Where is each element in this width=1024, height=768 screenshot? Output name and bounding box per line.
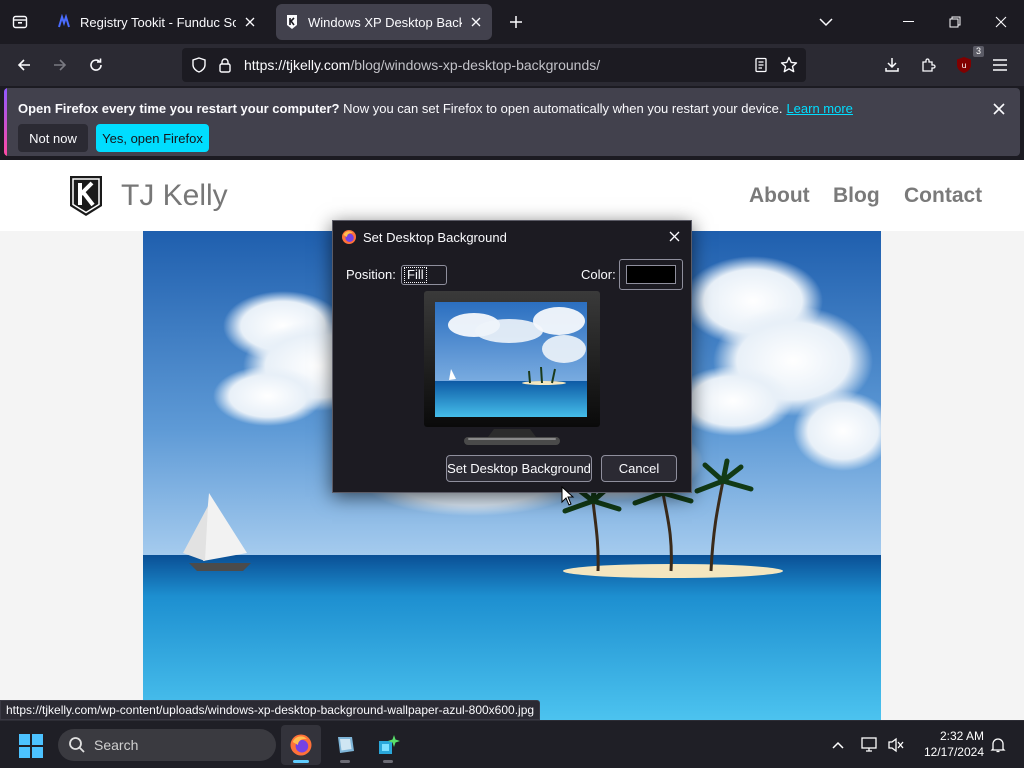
default-browser-notification: Open Firefox every time you restart your… bbox=[4, 88, 1020, 156]
lock-icon[interactable] bbox=[216, 56, 234, 74]
close-tab-icon[interactable] bbox=[468, 14, 484, 30]
bookmark-star-icon[interactable] bbox=[780, 56, 798, 74]
forward-arrow-icon[interactable] bbox=[44, 49, 76, 81]
taskbar-app-3[interactable] bbox=[368, 725, 408, 765]
ublock-origin-extension-icon[interactable]: u 3 bbox=[948, 46, 984, 81]
taskbar-app-2[interactable] bbox=[325, 725, 365, 765]
extension-badge-count: 3 bbox=[972, 46, 984, 57]
windows-taskbar: Search 2:32 AM 12/17/2024 bbox=[0, 720, 1024, 768]
tracking-protection-shield-icon[interactable] bbox=[190, 56, 208, 74]
site-name[interactable]: TJ Kelly bbox=[121, 179, 228, 213]
navigation-toolbar: https://tjkelly.com/blog/windows-xp-desk… bbox=[0, 44, 1024, 86]
nav-about-link[interactable]: About bbox=[749, 184, 810, 208]
taskbar-firefox[interactable] bbox=[281, 725, 321, 765]
color-swatch bbox=[626, 265, 676, 284]
monitor-preview bbox=[424, 291, 600, 449]
color-picker-button[interactable] bbox=[619, 259, 683, 290]
learn-more-link[interactable]: Learn more bbox=[786, 101, 852, 116]
tab-windows-xp-backgrounds[interactable]: Windows XP Desktop Backgrounds bbox=[276, 4, 492, 40]
nav-contact-link[interactable]: Contact bbox=[904, 184, 982, 208]
tab-strip: Registry Tookit - Funduc Software Window… bbox=[0, 0, 1024, 44]
notification-message: Open Firefox every time you restart your… bbox=[18, 101, 853, 116]
dialog-title-bar: Set Desktop Background bbox=[341, 227, 507, 247]
tab-registry-toolkit[interactable]: Registry Tookit - Funduc Software bbox=[48, 4, 266, 40]
set-desktop-background-button[interactable]: Set Desktop Background bbox=[446, 455, 592, 482]
link-status-url: https://tjkelly.com/wp-content/uploads/w… bbox=[0, 700, 541, 720]
firefox-view-icon[interactable] bbox=[4, 6, 36, 38]
close-window-icon[interactable] bbox=[978, 0, 1024, 44]
not-now-button[interactable]: Not now bbox=[18, 124, 88, 152]
reader-view-icon[interactable] bbox=[752, 56, 770, 74]
color-label: Color: bbox=[581, 267, 616, 282]
close-tab-icon[interactable] bbox=[242, 14, 258, 30]
cancel-button[interactable]: Cancel bbox=[601, 455, 677, 482]
notification-bell-icon[interactable] bbox=[986, 733, 1010, 757]
close-dialog-icon[interactable] bbox=[665, 227, 683, 245]
extensions-puzzle-icon[interactable] bbox=[912, 49, 944, 81]
new-tab-icon[interactable] bbox=[502, 8, 530, 36]
show-hidden-icons-chevron-up-icon[interactable] bbox=[826, 733, 850, 757]
volume-muted-icon[interactable] bbox=[884, 733, 908, 757]
tab-title: Registry Tookit - Funduc Software bbox=[80, 14, 236, 30]
tjkelly-favicon-icon bbox=[284, 14, 300, 30]
search-placeholder: Search bbox=[94, 737, 139, 753]
minimize-icon[interactable] bbox=[886, 0, 932, 44]
tj-kelly-logo[interactable] bbox=[68, 174, 104, 218]
yes-open-firefox-button[interactable]: Yes, open Firefox bbox=[96, 124, 209, 152]
svg-text:u: u bbox=[961, 61, 966, 70]
clock-date: 12/17/2024 bbox=[923, 745, 984, 759]
downloads-icon[interactable] bbox=[876, 49, 908, 81]
close-notification-icon[interactable] bbox=[988, 98, 1010, 120]
url-bar[interactable]: https://tjkelly.com/blog/windows-xp-desk… bbox=[182, 48, 806, 82]
list-all-tabs-chevron-down-icon[interactable] bbox=[812, 8, 840, 36]
taskbar-clock[interactable]: 2:32 AM 12/17/2024 bbox=[912, 728, 984, 760]
network-icon[interactable] bbox=[858, 733, 882, 757]
hamburger-menu-icon[interactable] bbox=[984, 49, 1016, 81]
app-window-icon bbox=[338, 737, 354, 753]
notification-accent-bar bbox=[4, 88, 7, 156]
position-select[interactable]: Fill bbox=[401, 265, 447, 285]
search-icon bbox=[69, 737, 85, 753]
windows-start-icon[interactable] bbox=[18, 733, 44, 759]
clock-time: 2:32 AM bbox=[939, 729, 984, 743]
firefox-logo-icon bbox=[342, 230, 356, 244]
funduc-favicon-icon bbox=[56, 14, 72, 30]
set-desktop-background-dialog: Set Desktop Background Position: Fill Co… bbox=[332, 220, 692, 493]
restore-icon[interactable] bbox=[932, 0, 978, 44]
url-text[interactable]: https://tjkelly.com/blog/windows-xp-desk… bbox=[244, 57, 600, 73]
firefox-icon bbox=[290, 734, 312, 756]
nav-blog-link[interactable]: Blog bbox=[833, 184, 880, 208]
tab-title: Windows XP Desktop Backgrounds bbox=[308, 14, 462, 30]
app-sparkle-icon bbox=[379, 735, 400, 754]
dialog-title: Set Desktop Background bbox=[363, 229, 507, 245]
reload-icon[interactable] bbox=[80, 49, 112, 81]
running-indicator bbox=[340, 760, 350, 763]
running-indicator bbox=[383, 760, 393, 763]
taskbar-search-box[interactable]: Search bbox=[58, 729, 276, 761]
position-label: Position: bbox=[346, 267, 396, 282]
active-indicator bbox=[293, 760, 309, 763]
mouse-pointer-icon bbox=[561, 485, 575, 506]
back-arrow-icon[interactable] bbox=[8, 49, 40, 81]
